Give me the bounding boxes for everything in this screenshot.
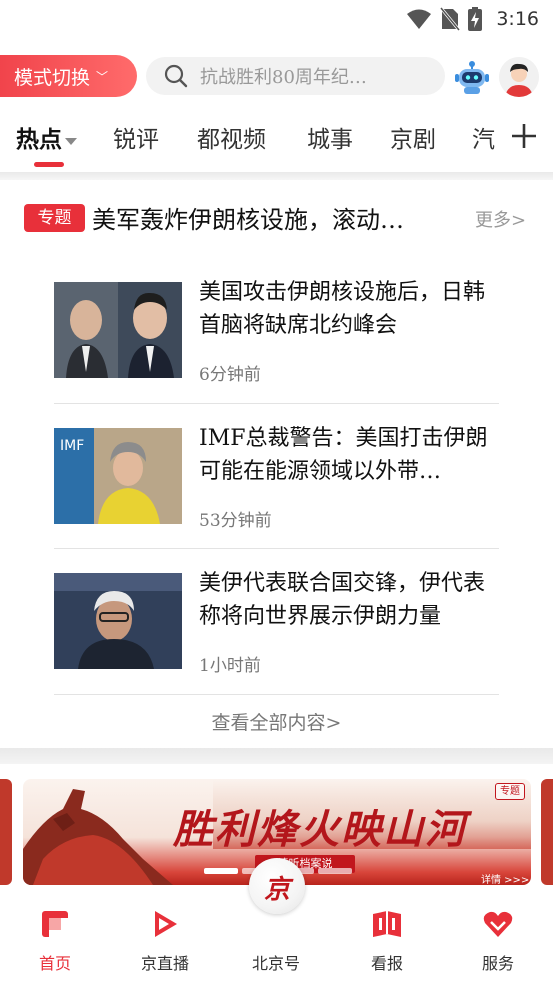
nav-live[interactable]: 京直播	[110, 886, 220, 983]
ai-robot-icon[interactable]	[453, 58, 491, 96]
search-placeholder: 抗战胜利80周年纪…	[200, 67, 367, 88]
banner-title: 胜利烽火映山河	[173, 806, 467, 853]
status-time: 3:16	[496, 8, 539, 30]
caret-down-icon	[65, 137, 77, 145]
tab-label: 热点	[16, 126, 62, 153]
news-time: 1小时前	[199, 656, 261, 676]
home-icon	[42, 911, 68, 937]
section-divider	[0, 748, 553, 764]
search-input[interactable]: 抗战胜利80周年纪…	[146, 57, 445, 95]
news-thumbnail: IMF	[54, 428, 182, 524]
mode-switch-button[interactable]: 模式切换 ﹀	[0, 55, 137, 97]
news-time: 53分钟前	[199, 511, 272, 531]
news-title: 美国攻击伊朗核设施后，日韩首脑将缺席北约峰会	[199, 280, 486, 338]
nav-services[interactable]: 服务	[443, 886, 553, 983]
more-link[interactable]: 更多>	[475, 206, 526, 232]
tab-hot[interactable]: 热点	[16, 120, 77, 154]
banner-detail-link[interactable]: 详情 >>>	[481, 871, 529, 885]
topic-title[interactable]: 美军轰炸伊朗核设施，滚动…	[92, 200, 462, 235]
nav-home[interactable]: 首页	[0, 886, 110, 983]
tab-label: 锐评	[113, 127, 159, 153]
view-all-link[interactable]: 查看全部内容>	[0, 708, 553, 735]
news-item[interactable]: IMF IMF总裁警告：美国打击伊朗可能在能源领域以外带… 53分钟前	[54, 426, 499, 574]
nav-label: 首页	[38, 954, 71, 973]
center-button-glyph: 京	[263, 875, 290, 905]
banner-prev-peek[interactable]	[0, 779, 12, 885]
banner-tag: 专题	[495, 783, 525, 800]
tab-auto[interactable]: 汽	[472, 120, 496, 154]
tab-opera[interactable]: 京剧	[390, 120, 436, 154]
chevron-down-icon: ﹀	[96, 69, 109, 84]
svg-text:IMF: IMF	[60, 438, 84, 454]
tab-city[interactable]: 城事	[307, 120, 353, 154]
nav-label: 看报	[370, 954, 403, 973]
news-thumbnail	[54, 573, 182, 669]
top-header: 模式切换 ﹀ 抗战胜利80周年纪…	[0, 52, 553, 100]
channel-tabs: 热点 锐评 都视频 城事 京剧 汽	[0, 112, 553, 168]
news-item[interactable]: 美国攻击伊朗核设施后，日韩首脑将缺席北约峰会 6分钟前	[54, 280, 499, 428]
news-divider	[54, 403, 499, 404]
add-channel-icon[interactable]	[510, 122, 538, 150]
news-item[interactable]: 美伊代表联合国交锋，伊代表称将向世界展示伊朗力量 1小时前	[54, 571, 499, 719]
tab-video[interactable]: 都视频	[197, 120, 266, 154]
news-divider	[54, 548, 499, 549]
no-sim-icon	[440, 7, 461, 31]
news-thumbnail	[54, 282, 182, 378]
nav-label: 北京号	[251, 954, 300, 973]
live-play-icon	[155, 911, 177, 937]
search-icon	[164, 64, 188, 88]
heart-service-icon	[483, 911, 513, 937]
carousel-dot[interactable]	[204, 868, 238, 874]
banner-next-peek[interactable]	[541, 779, 553, 885]
nav-label: 京直播	[140, 954, 189, 973]
active-tab-indicator	[34, 162, 64, 167]
tab-label: 京剧	[390, 127, 436, 153]
news-title: 美伊代表联合国交锋，伊代表称将向世界展示伊朗力量	[199, 571, 486, 629]
tab-label: 都视频	[197, 127, 266, 153]
nav-label: 服务	[481, 954, 514, 973]
mode-switch-label: 模式切换	[14, 66, 91, 89]
avatar[interactable]	[499, 57, 539, 97]
nav-newspaper[interactable]: 看报	[332, 886, 442, 983]
news-time: 6分钟前	[199, 365, 261, 385]
tab-commentary[interactable]: 锐评	[113, 120, 159, 154]
topic-header[interactable]: 专题 美军轰炸伊朗核设施，滚动… 更多>	[0, 198, 553, 240]
topic-badge: 专题	[24, 204, 85, 232]
battery-charging-icon	[468, 7, 483, 31]
user-avatar-icon	[499, 57, 539, 97]
section-divider	[0, 172, 553, 180]
newspaper-icon	[373, 911, 401, 937]
tab-label: 城事	[307, 127, 353, 153]
news-divider	[54, 694, 499, 695]
wifi-icon	[407, 9, 432, 29]
soldier-statue-graphic	[23, 789, 173, 885]
news-title: IMF总裁警告：美国打击伊朗可能在能源领域以外带…	[199, 426, 488, 484]
beijing-account-center-button[interactable]: 京	[249, 858, 305, 914]
carousel-dot[interactable]	[318, 868, 352, 874]
status-bar: 3:16	[0, 0, 553, 38]
tab-label: 汽	[472, 127, 495, 153]
